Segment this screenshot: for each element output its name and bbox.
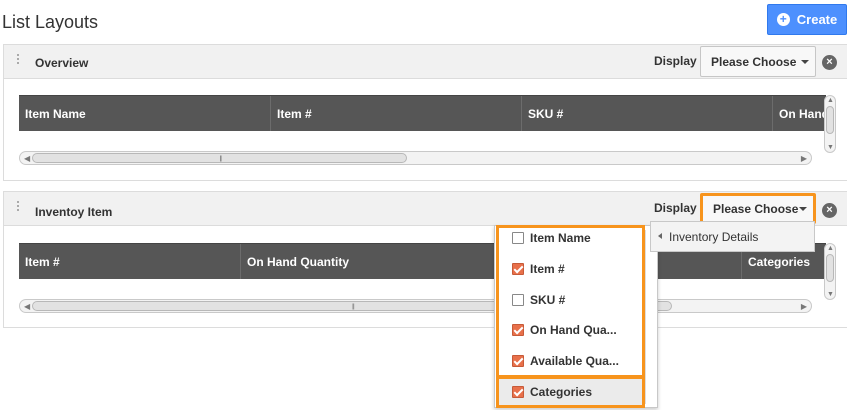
- submenu-label: Inventory Details: [669, 230, 759, 244]
- checkbox[interactable]: [512, 232, 524, 244]
- checkbox[interactable]: [512, 294, 524, 306]
- checkbox[interactable]: [512, 386, 524, 398]
- column-header[interactable]: Item #: [19, 244, 240, 279]
- inventory-panel: Inventoy Item Display Please Choose × It…: [3, 191, 847, 328]
- overview-display-select[interactable]: Please Choose: [700, 46, 816, 77]
- close-icon[interactable]: ×: [822, 203, 837, 218]
- horizontal-scrollbar[interactable]: ◀ ||| ▶: [19, 299, 812, 313]
- checkbox[interactable]: [512, 355, 524, 367]
- column-option-label: Available Qua...: [530, 354, 619, 368]
- scroll-left-icon[interactable]: ◀: [24, 154, 30, 163]
- column-option-label: Item Name: [530, 231, 591, 245]
- select-value: Please Choose: [713, 202, 799, 216]
- display-label: Display: [654, 201, 697, 215]
- overview-title: Overview: [35, 56, 89, 70]
- scroll-right-icon[interactable]: ▶: [801, 154, 807, 163]
- scroll-up-icon[interactable]: ▲: [827, 97, 834, 104]
- column-header[interactable]: Item Name: [19, 96, 270, 131]
- list-layouts-page: List Layouts + Create Overview Display P…: [0, 0, 847, 410]
- drag-handle-icon[interactable]: [17, 201, 21, 215]
- column-header[interactable]: Item #: [270, 96, 521, 131]
- column-option[interactable]: Item Name: [512, 231, 591, 245]
- column-option[interactable]: On Hand Qua...: [512, 323, 617, 337]
- column-option[interactable]: SKU #: [512, 293, 565, 307]
- checkbox[interactable]: [512, 263, 524, 275]
- scroll-down-icon[interactable]: ▼: [827, 144, 834, 151]
- column-option-hovered[interactable]: Categories: [496, 376, 645, 408]
- display-label: Display: [654, 54, 697, 68]
- column-option-label: SKU #: [530, 293, 566, 307]
- caret-down-icon: [799, 207, 807, 211]
- overview-grid-header: Item Name Item # SKU # On Hand: [19, 95, 826, 131]
- column-option-label: On Hand Qua...: [530, 323, 617, 337]
- caret-left-icon: [658, 233, 662, 239]
- select-value: Please Choose: [711, 55, 797, 69]
- caret-down-icon: [801, 60, 809, 64]
- submenu-item-inventory-details[interactable]: Inventory Details: [650, 221, 815, 252]
- column-option[interactable]: Categories: [512, 385, 592, 399]
- dropdown-scrollbar[interactable]: [645, 230, 655, 404]
- horizontal-scrollbar[interactable]: ◀ ||| ▶: [19, 151, 812, 165]
- column-header[interactable]: On Hand: [772, 96, 826, 131]
- column-header[interactable]: On Hand Quantity: [240, 244, 491, 279]
- page-title: List Layouts: [2, 12, 99, 32]
- overview-panel: Overview Display Please Choose × Item Na…: [3, 44, 847, 181]
- column-option[interactable]: Item #: [512, 262, 565, 276]
- scroll-down-icon[interactable]: ▼: [827, 291, 834, 298]
- scroll-thumb[interactable]: [826, 106, 834, 134]
- inventory-title: Inventoy Item: [35, 205, 113, 219]
- column-chooser-dropdown: Item Name Item # SKU # On Hand Qua... Av…: [494, 225, 658, 408]
- column-option-label: Categories: [530, 385, 593, 399]
- vertical-scrollbar[interactable]: ▲ ▼: [824, 95, 836, 153]
- column-option-label: Item #: [530, 262, 565, 276]
- column-header[interactable]: SKU #: [521, 96, 772, 131]
- close-icon[interactable]: ×: [822, 55, 837, 70]
- scroll-up-icon[interactable]: ▲: [827, 245, 834, 252]
- scroll-right-icon[interactable]: ▶: [801, 302, 807, 311]
- checkbox[interactable]: [512, 324, 524, 336]
- scroll-thumb[interactable]: [826, 254, 834, 282]
- create-button[interactable]: + Create: [767, 4, 847, 35]
- drag-handle-icon[interactable]: [17, 54, 21, 68]
- scroll-left-icon[interactable]: ◀: [24, 302, 30, 311]
- scroll-thumb[interactable]: |||: [32, 153, 407, 163]
- create-label: Create: [796, 12, 838, 27]
- inventory-display-select[interactable]: Please Choose: [700, 193, 816, 224]
- plus-icon: +: [776, 13, 790, 26]
- vertical-scrollbar[interactable]: ▲ ▼: [824, 243, 836, 300]
- overview-panel-header: Overview Display Please Choose ×: [4, 45, 847, 79]
- column-option[interactable]: Available Qua...: [512, 354, 619, 368]
